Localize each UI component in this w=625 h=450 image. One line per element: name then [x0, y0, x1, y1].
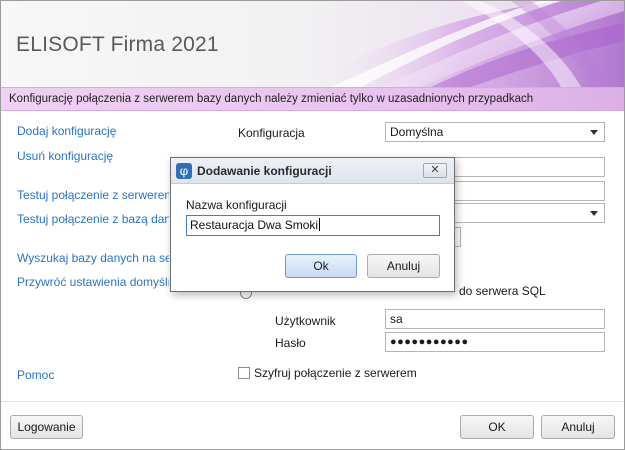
sidebar-item-restore-defaults[interactable]: Przywróć ustawienia domyślne — [17, 275, 169, 289]
footer-divider — [1, 401, 624, 402]
dialog-title-bar: φ Dodawanie konfiguracji ✕ — [171, 158, 454, 184]
main-window: ELISOFT Firma 2021 Konfigurację połączen… — [0, 0, 625, 450]
username-label: Użytkownik — [275, 314, 336, 328]
sidebar-item-help[interactable]: Pomoc — [17, 368, 97, 382]
configuration-select-value: Domyślna — [390, 125, 444, 139]
add-configuration-dialog: φ Dodawanie konfiguracji ✕ Nazwa konfigu… — [170, 157, 455, 292]
sidebar-item-find-databases[interactable]: Wyszukaj bazy danych na serwerze — [17, 251, 169, 265]
text-caret — [319, 218, 321, 231]
password-label: Hasło — [275, 336, 306, 350]
sidebar-item-test-server-connection[interactable]: Testuj połączenie z serwerem — [17, 188, 169, 202]
username-field[interactable]: sa — [385, 309, 605, 329]
ok-button[interactable]: OK — [460, 415, 534, 439]
login-button[interactable]: Logowanie — [10, 415, 83, 439]
sidebar-item-add-configuration[interactable]: Dodaj konfigurację — [17, 124, 177, 138]
app-logo-icon: φ — [176, 163, 192, 179]
password-field[interactable]: ●●●●●●●●●●● — [385, 332, 605, 352]
configuration-select[interactable]: Domyślna — [385, 122, 605, 142]
sidebar-item-test-database-connection[interactable]: Testuj połączenie z bazą danych — [17, 212, 169, 226]
cancel-button[interactable]: Anuluj — [541, 415, 615, 439]
banner-text: Konfigurację połączenia z serwerem bazy … — [9, 93, 534, 105]
configuration-name-label: Nazwa konfiguracji — [186, 198, 287, 212]
close-icon[interactable]: ✕ — [423, 163, 447, 178]
header: ELISOFT Firma 2021 — [1, 1, 624, 87]
dialog-title: Dodawanie konfiguracji — [197, 164, 332, 178]
warning-banner: Konfigurację połączenia z serwerem bazy … — [1, 87, 624, 111]
sidebar-item-delete-configuration[interactable]: Usuń konfigurację — [17, 149, 177, 163]
chevron-down-icon — [590, 130, 598, 135]
configuration-label: Konfiguracja — [238, 126, 305, 140]
configuration-name-input[interactable]: Restauracja Dwa Smoki — [186, 215, 440, 236]
configuration-name-value: Restauracja Dwa Smoki — [190, 218, 319, 232]
sql-auth-label: do serwera SQL — [459, 284, 546, 298]
dialog-cancel-button[interactable]: Anuluj — [367, 254, 440, 278]
app-title: ELISOFT Firma 2021 — [16, 33, 219, 56]
chevron-down-icon — [590, 211, 598, 216]
dialog-ok-button[interactable]: Ok — [285, 254, 357, 278]
encrypt-connection-label: Szyfruj połączenie z serwerem — [254, 366, 417, 380]
encrypt-connection-checkbox[interactable] — [238, 367, 250, 379]
